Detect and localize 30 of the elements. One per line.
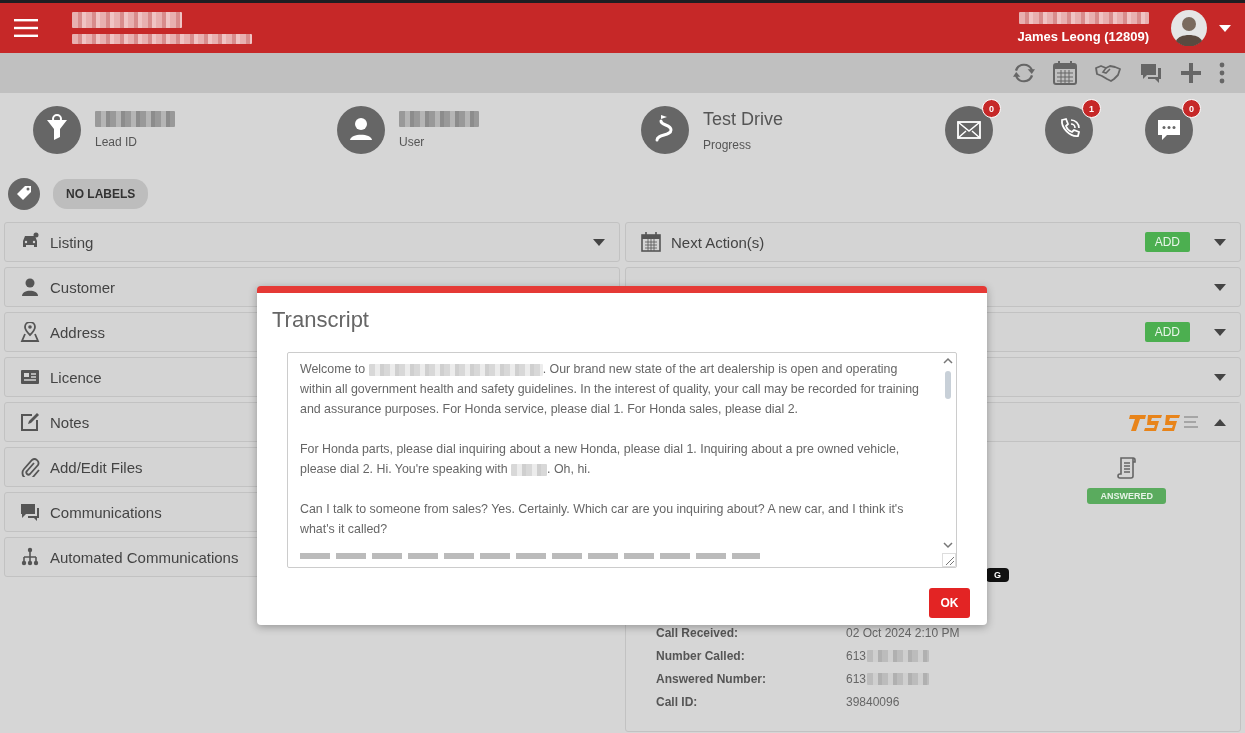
info-label: User (399, 135, 426, 149)
panel-title: Address (50, 323, 106, 341)
detail-value: 613 (846, 649, 867, 663)
info-label: Progress (703, 137, 753, 152)
panel-title: Add/Edit Files (50, 458, 143, 476)
count-badge: 0 (982, 99, 1001, 118)
dialog-title: Transcript (271, 306, 370, 334)
status-badge: ANSWERED (1087, 488, 1166, 504)
transcript-paragraph: Can I talk to someone from sales? Yes. Certainly. Which car are you inquiring about? A new car, and I think it's what's it called? (300, 501, 905, 538)
detail-value: 39840096 (846, 695, 900, 709)
panel-title: Licence (50, 368, 102, 386)
info-label: Lead ID (95, 135, 139, 149)
tag-badge: G (986, 568, 1009, 582)
panel-title: Customer (50, 278, 116, 296)
panel-title: Listing (50, 233, 94, 251)
detail-label: Call Received: (656, 626, 740, 640)
detail-label: Call ID: (656, 695, 699, 709)
progress-value: Test Drive (703, 108, 783, 130)
count-badge: 0 (1182, 99, 1201, 118)
detail-label: Answered Number: (656, 672, 768, 686)
detail-label: Number Called: (656, 649, 746, 663)
count-badge: 1 (1082, 99, 1101, 118)
detail-value: 613 (846, 672, 867, 686)
user-name: James Leong (12809) (1017, 29, 1149, 44)
panel-title: Communications (50, 503, 162, 521)
detail-value: 02 Oct 2024 2:10 PM (846, 626, 960, 640)
panel-title: Next Action(s) (671, 233, 765, 251)
panel-title: Notes (50, 413, 90, 431)
transcript-paragraph: Welcome to . Our brand new state of the art dealership is open and operating within all government health and safety guidelines. In the interest of quality, your call may be recorded for training and assurance purposes. For Honda service, please dial 1. For Honda sales, please dial 2. (300, 361, 920, 418)
panel-title: Automated Communications (50, 548, 239, 566)
